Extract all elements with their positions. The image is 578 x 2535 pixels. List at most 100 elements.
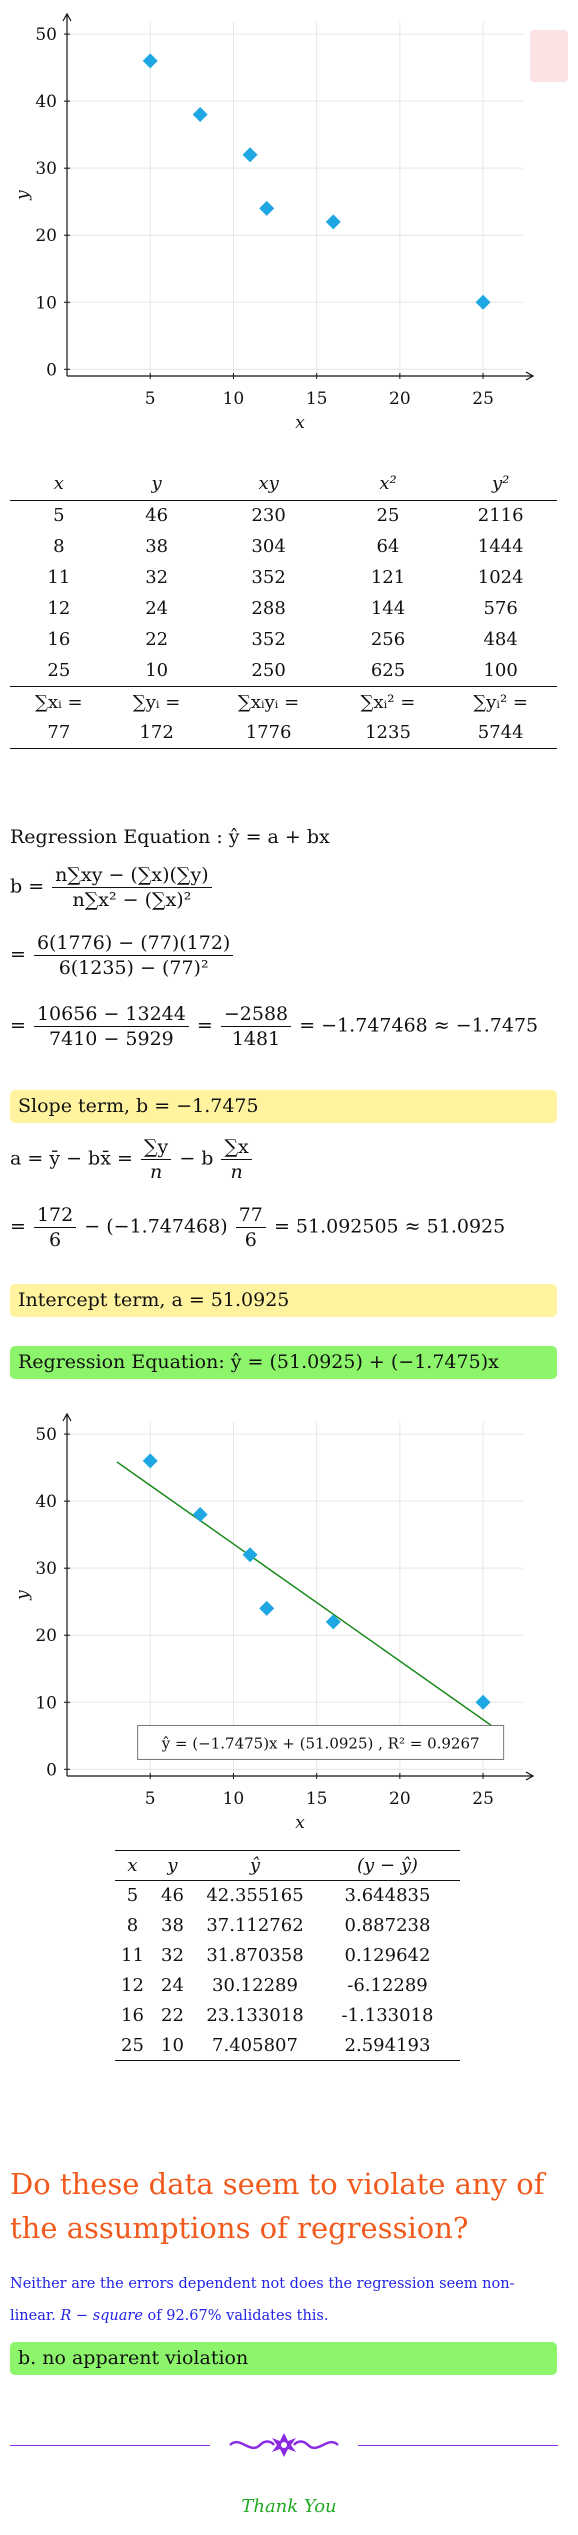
b-lhs: b =: [10, 875, 45, 898]
y-tick-label: 50: [35, 25, 57, 45]
col-header-y: y: [167, 1855, 178, 1876]
sum-value: 5744: [477, 722, 524, 744]
table-cell: 576: [483, 598, 518, 619]
y-tick-label: 0: [46, 360, 57, 380]
y-tick-label: 30: [35, 159, 57, 179]
table-cell: 46: [145, 505, 169, 527]
explanation-line-1: Neither are the errors dependent not doe…: [10, 2276, 515, 2292]
explanation-text-c: of 92.67% validates this.: [142, 2308, 329, 2324]
a-formula: a = ȳ − bx̄ = ∑y n − b ∑x n: [10, 1136, 254, 1183]
explanation-text-a: linear.: [10, 2308, 61, 2324]
col-header-x: x: [53, 473, 64, 495]
divider-line-left: [10, 2445, 210, 2446]
table-cell: 32: [145, 567, 169, 588]
data-point: [242, 147, 258, 163]
a-f2-denominator: n: [230, 1161, 243, 1183]
y-tick-label: 0: [46, 1760, 57, 1780]
y-axis-label: y: [13, 190, 33, 201]
b-formula: b = n∑xy − (∑x)(∑y) n∑x² − (∑x)²: [10, 864, 214, 911]
table-row: 5 46 42.355165 3.644835: [115, 1881, 460, 1911]
intercept-box: Intercept term, a = 51.0925: [10, 1284, 557, 1317]
question-heading: Do these data seem to violate any of the…: [10, 2167, 545, 2245]
a-lhs: a = ȳ − bx̄ =: [10, 1147, 133, 1170]
table-cell: 24: [161, 1975, 184, 1996]
x-tick-label: 5: [145, 389, 156, 409]
data-point: [259, 200, 275, 216]
b-sub-numerator: 6(1776) − (77)(172): [33, 932, 234, 956]
table-cell: 250: [251, 659, 286, 681]
table-cell: 352: [251, 629, 286, 650]
data-point: [142, 1453, 158, 1469]
table-row: 11 32 352 121 1024: [10, 562, 557, 593]
equals-sign: =: [10, 1014, 26, 1037]
a-substitution: = 172 6 − (−1.747468) 77 6 = 51.092505 ≈…: [10, 1204, 505, 1251]
b-step1-fraction: 10656 − 13244 7410 − 5929: [33, 1003, 189, 1050]
y-tick-label: 40: [35, 1492, 57, 1512]
table-cell: 1444: [477, 536, 524, 557]
b-computation: = 10656 − 13244 7410 − 5929 = −2588 1481…: [10, 1003, 538, 1050]
col-header-yhat: ŷ: [249, 1855, 261, 1876]
table-cell: 304: [251, 536, 286, 557]
regression-line: [116, 1461, 501, 1732]
table-body: 5 46 230 25 2116 8 38 304 64 1444 11 32 352 121 1024 12…: [10, 500, 557, 686]
table-cell: 25: [376, 505, 400, 527]
x-tick-label: 10: [223, 1789, 245, 1809]
table-cell: 0.887238: [344, 1915, 431, 1936]
divider-line-right: [358, 2445, 558, 2446]
sum-label: ∑xᵢ² =: [360, 691, 416, 713]
table-cell: 352: [251, 567, 286, 588]
y-tick-label: 30: [35, 1559, 57, 1579]
y-tick-label: 20: [35, 1626, 57, 1646]
data-point: [192, 107, 208, 123]
b-step2-denominator: 1481: [231, 1028, 281, 1050]
explanation-line-2: linear. R − square of 92.67% validates t…: [10, 2300, 570, 2332]
table-cell: 484: [483, 629, 518, 650]
table-cell: 625: [370, 659, 406, 681]
col-header-y: y: [151, 473, 162, 495]
table-cell: 2116: [477, 505, 524, 527]
x-tick-label: 25: [472, 1789, 494, 1809]
table-row: 12 24 30.12289 -6.12289: [115, 1971, 460, 2001]
table-cell: 100: [483, 659, 518, 681]
table-cell: 25: [121, 2034, 144, 2056]
b-step2-fraction: −2588 1481: [220, 1003, 292, 1050]
data-point: [259, 1600, 275, 1616]
data-point: [192, 1507, 208, 1523]
residual-table: x y ŷ (y − ŷ) 5 46 42.355165 3.644835 8 38 37.…: [115, 1850, 460, 2061]
a-sub1-numerator: 172: [33, 1204, 77, 1228]
y-axis-label: y: [13, 1590, 33, 1601]
table-row: 12 24 288 144 576: [10, 593, 557, 624]
y-tick-label: 10: [35, 1693, 57, 1713]
table-cell: 38: [145, 536, 169, 557]
table-cell: 5: [53, 505, 65, 527]
table-cell: 42.355165: [206, 1885, 304, 1907]
a-sub2-numerator: 77: [235, 1204, 266, 1228]
x-tick-label: 20: [389, 1789, 411, 1809]
a-f1-fraction: ∑y n: [140, 1136, 172, 1183]
answer-box: b. no apparent violation: [10, 2342, 557, 2375]
sum-label-row: ∑xᵢ = ∑yᵢ = ∑xᵢyᵢ = ∑xᵢ² = ∑yᵢ² =: [10, 686, 557, 718]
residual-header-row: x y ŷ (y − ŷ): [115, 1850, 460, 1881]
data-point: [325, 1614, 341, 1630]
equals-sign: =: [10, 1215, 26, 1238]
sum-label: ∑xᵢ =: [35, 691, 83, 713]
b-sub-fraction: 6(1776) − (77)(172) 6(1235) − (77)²: [33, 932, 234, 979]
b-result: = −1.747468 ≈ −1.7475: [299, 1014, 539, 1037]
table-cell: 230: [251, 505, 286, 527]
table-cell: 288: [251, 598, 286, 619]
table-cell: 11: [47, 567, 71, 588]
sum-label: ∑yᵢ =: [132, 691, 181, 713]
table-cell: 144: [370, 598, 406, 619]
table-cell: 7.405807: [212, 2034, 298, 2056]
table-cell: 64: [376, 536, 400, 557]
sum-label: ∑yᵢ² =: [473, 691, 528, 713]
a-sub1-denominator: 6: [49, 1229, 62, 1251]
table-cell: 256: [370, 629, 406, 650]
a-sub1-fraction: 172 6: [33, 1204, 77, 1251]
sum-value-row: 77 172 1776 1235 5744: [10, 718, 557, 748]
y-tick-label: 40: [35, 92, 57, 112]
b-substitution: = 6(1776) − (77)(172) 6(1235) − (77)²: [10, 932, 235, 979]
sum-value: 172: [139, 722, 174, 744]
table-cell: 3.644835: [344, 1885, 431, 1907]
x-tick-label: 5: [145, 1789, 156, 1809]
